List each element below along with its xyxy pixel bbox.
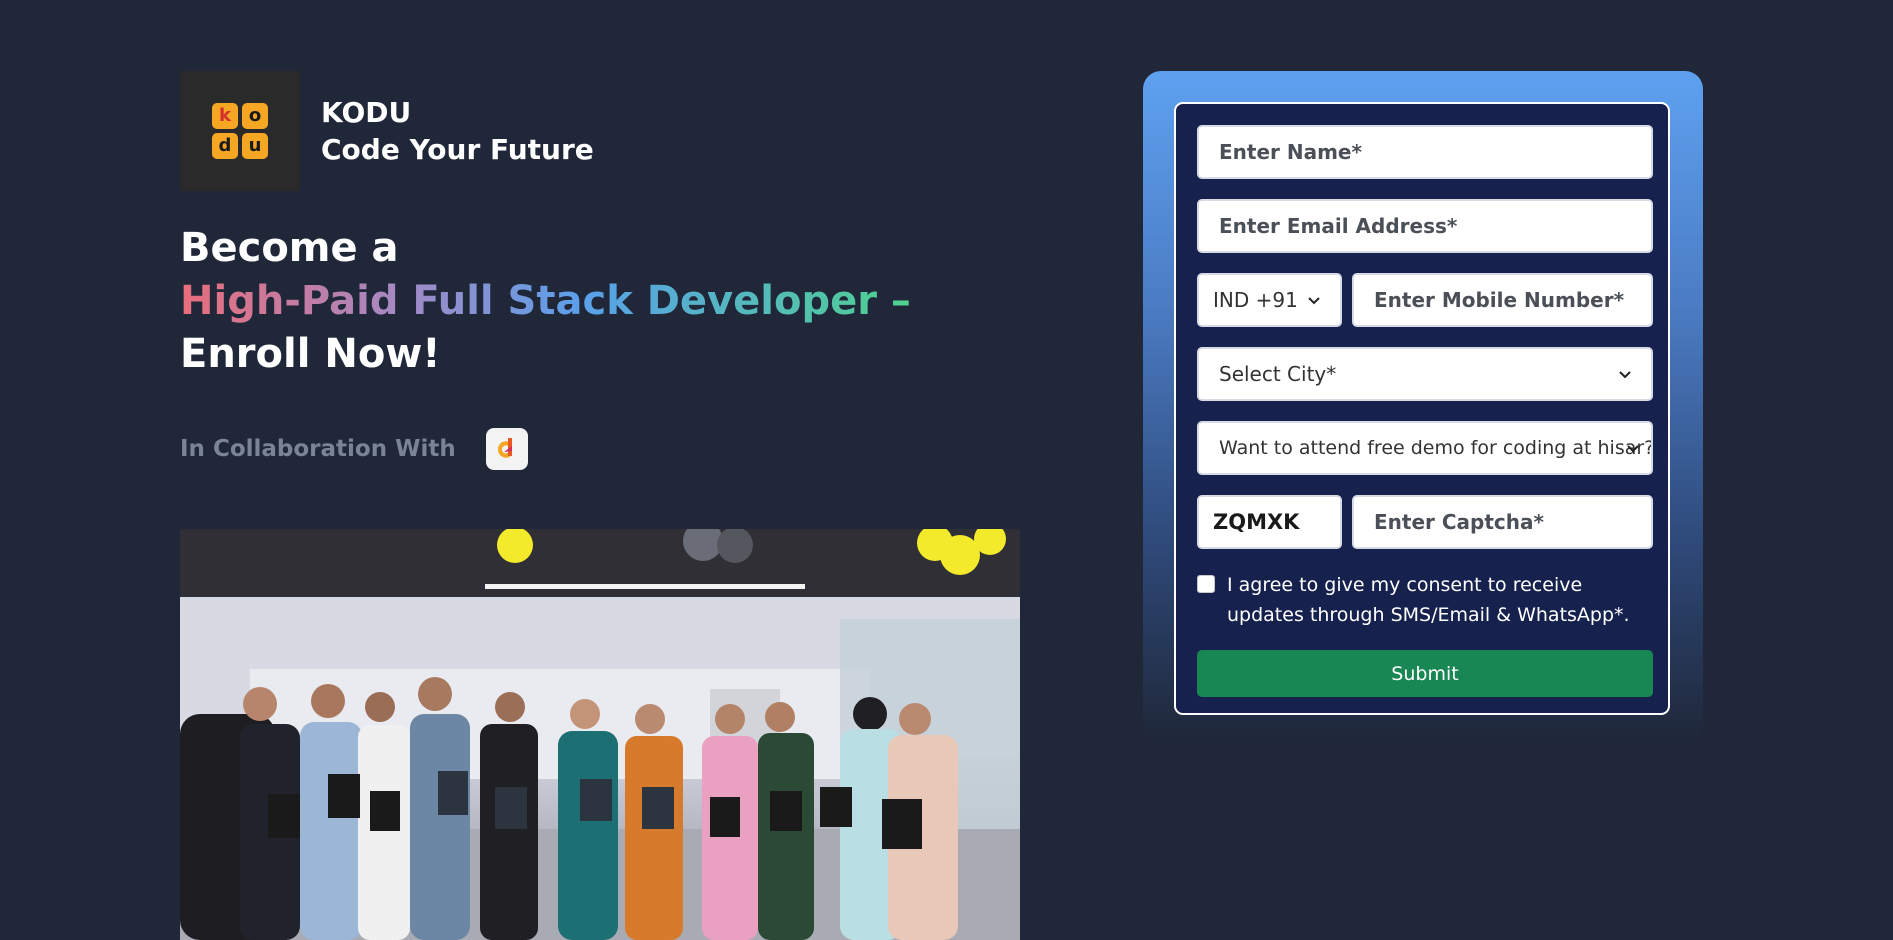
headline-line-1: Become a: [180, 225, 399, 271]
country-code-select[interactable]: IND +91: [1197, 273, 1342, 327]
brand-name: KODU: [321, 96, 412, 129]
captcha-input[interactable]: Enter Captcha*: [1352, 495, 1653, 549]
landing-page: k o d u KODU Code Your Future Become a H…: [0, 0, 1893, 940]
headline-gradient-text: High-Paid Full Stack Developer –: [180, 278, 911, 324]
partner-logo-icon: [485, 428, 528, 470]
group-photo: [180, 529, 1020, 940]
collaboration-label: In Collaboration With: [180, 436, 456, 462]
logo-letter: d: [212, 133, 238, 159]
brand-tagline: Code Your Future: [321, 133, 594, 166]
logo-letter: k: [212, 103, 238, 129]
mobile-input[interactable]: Enter Mobile Number*: [1352, 273, 1653, 327]
city-select[interactable]: Select City*: [1197, 347, 1653, 401]
logo-letter: o: [242, 103, 268, 129]
chevron-down-icon: [1627, 445, 1639, 453]
submit-button[interactable]: Submit: [1197, 650, 1653, 697]
name-input[interactable]: Enter Name*: [1197, 125, 1653, 179]
enquiry-form-container: Enter Name* Enter Email Address* IND +91…: [1143, 71, 1703, 741]
country-code-value: IND +91: [1213, 288, 1298, 312]
brand-header: k o d u KODU Code Your Future: [180, 71, 594, 191]
enquiry-form: Enter Name* Enter Email Address* IND +91…: [1174, 102, 1670, 715]
email-input[interactable]: Enter Email Address*: [1197, 199, 1653, 253]
consent-row: I agree to give my consent to receive up…: [1197, 570, 1647, 630]
demo-select[interactable]: Want to attend free demo for coding at h…: [1197, 421, 1653, 475]
consent-label: I agree to give my consent to receive up…: [1227, 574, 1630, 626]
demo-select-value: Want to attend free demo for coding at h…: [1219, 437, 1653, 459]
kodu-logo[interactable]: k o d u: [180, 71, 300, 191]
hero-headline: Become a High-Paid Full Stack Developer …: [180, 222, 911, 381]
headline-line-2: High-Paid Full Stack Developer –: [180, 275, 911, 328]
chevron-down-icon: [1619, 371, 1631, 379]
logo-letter: u: [242, 133, 268, 159]
brand-text: KODU Code Your Future: [321, 94, 594, 168]
captcha-code: ZQMXK: [1197, 495, 1342, 549]
city-select-value: Select City*: [1219, 362, 1337, 386]
headline-line-3: Enroll Now!: [180, 331, 441, 377]
chevron-down-icon: [1308, 297, 1320, 305]
logo-grid: k o d u: [212, 103, 268, 159]
consent-checkbox[interactable]: [1197, 575, 1215, 593]
collaboration-row: In Collaboration With: [180, 428, 528, 470]
